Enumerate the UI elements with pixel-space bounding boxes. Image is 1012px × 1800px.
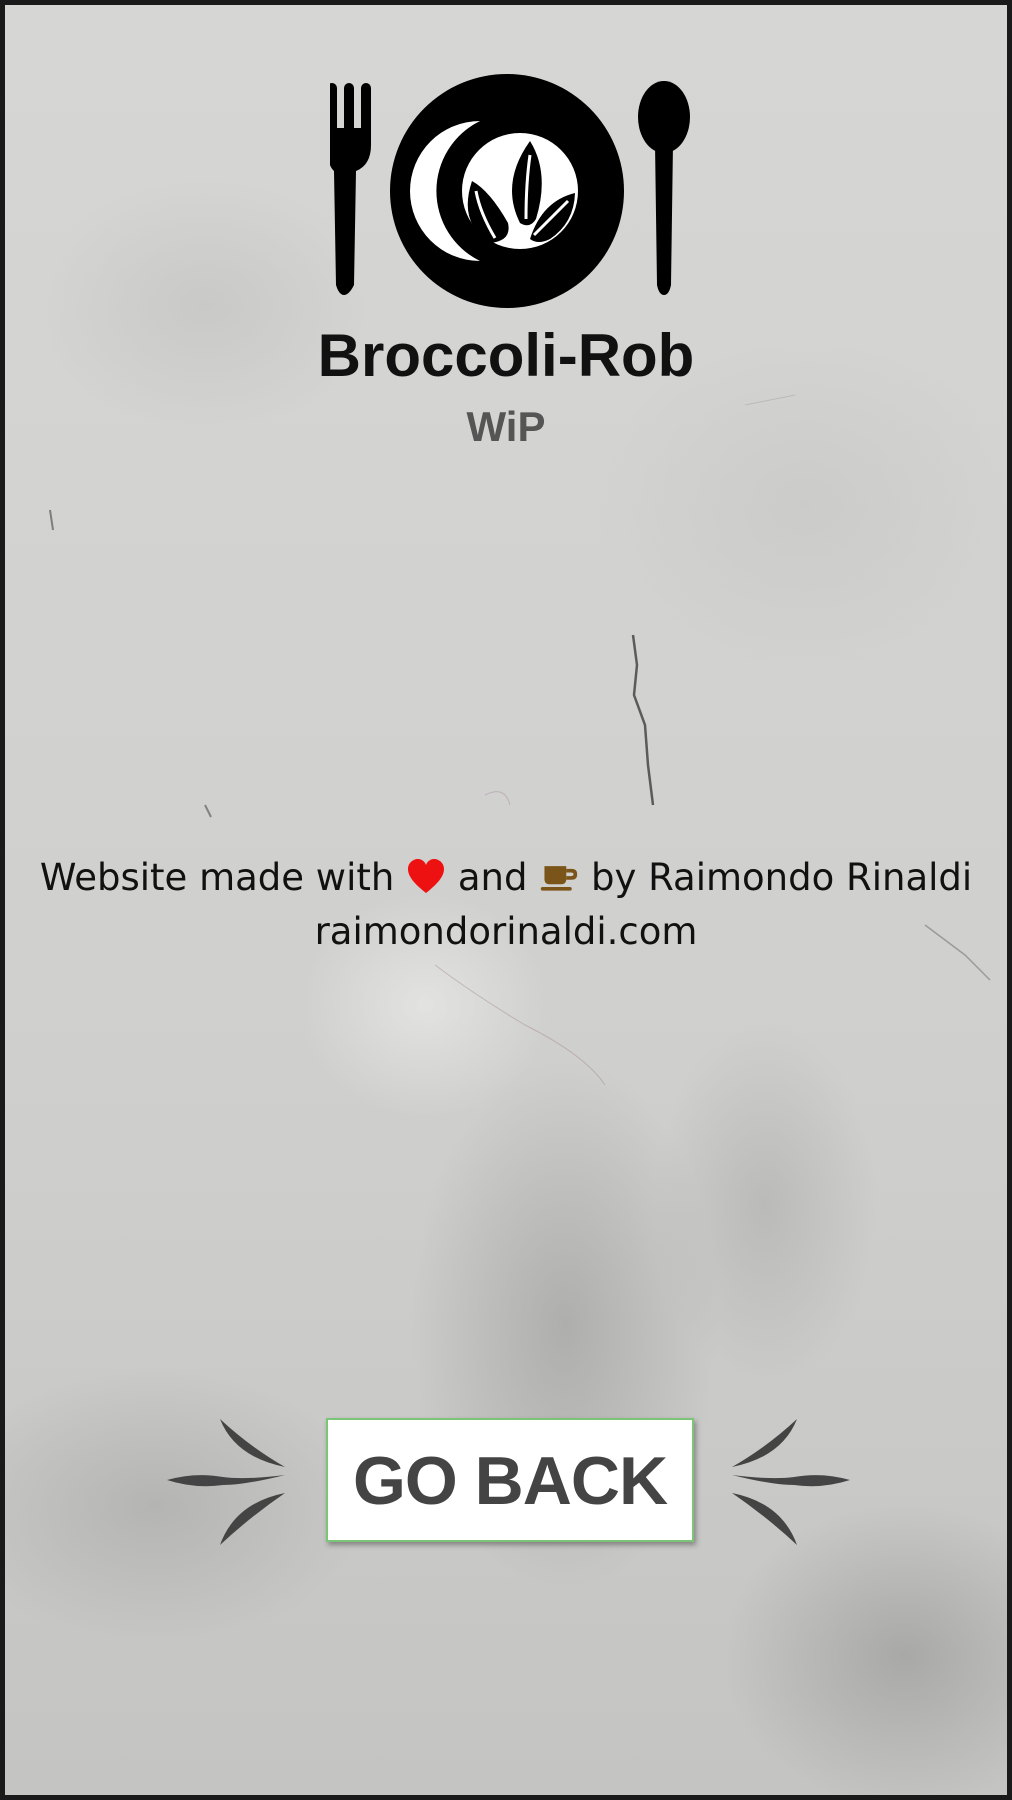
credit-and: and <box>457 856 528 899</box>
credit-prefix: Website made with <box>39 856 395 899</box>
heart-icon <box>408 858 445 893</box>
plate-fork-spoon-leaf-icon <box>330 74 690 308</box>
page: Broccoli-Rob WiP Website made with and b… <box>0 0 1012 1800</box>
plate-icon <box>390 74 624 308</box>
go-back-button[interactable]: GO BACK <box>326 1418 694 1542</box>
flourish-icon <box>167 1419 285 1545</box>
website-link[interactable]: raimondorinaldi.com <box>5 905 1007 959</box>
app-title: Broccoli-Rob <box>317 322 695 389</box>
credit-block: Website made with and by Raimondo Rinald… <box>5 851 1007 959</box>
app-subtitle: WiP <box>466 403 546 450</box>
credit-line: Website made with and by Raimondo Rinald… <box>5 851 1007 905</box>
flourish-icon <box>732 1419 850 1545</box>
credit-suffix: by Raimondo Rinaldi <box>591 856 973 899</box>
fork-icon <box>330 83 371 295</box>
coffee-cup-icon <box>541 865 578 891</box>
spoon-icon <box>638 81 690 295</box>
